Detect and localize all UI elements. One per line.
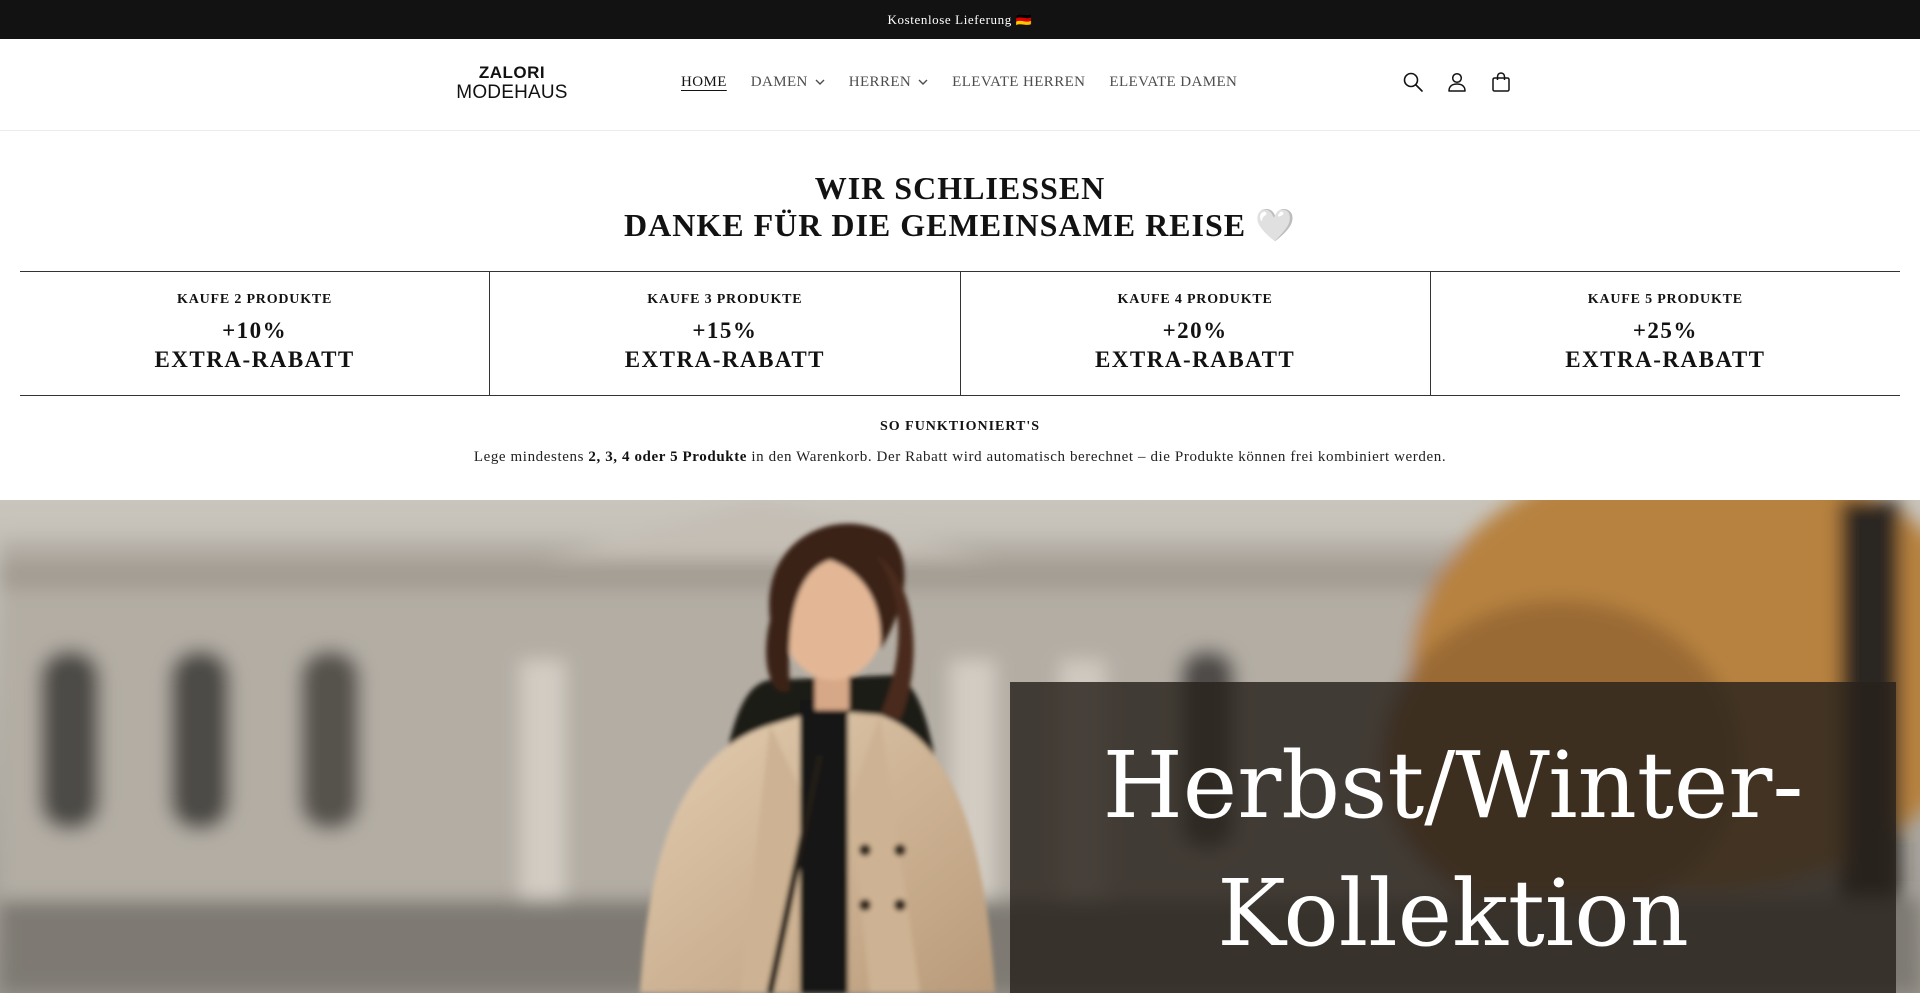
tier-percent: +10%: [222, 318, 288, 343]
chevron-down-icon: [918, 79, 928, 85]
nav-item-home[interactable]: HOME: [681, 74, 727, 91]
closing-line-2: DANKE FÜR DIE GEMEINSAME REISE 🤍: [624, 207, 1296, 243]
howto-text-before: Lege mindestens: [473, 449, 589, 465]
discount-tier: KAUFE 5 PRODUKTE +25% EXTRA-RABATT: [1431, 272, 1900, 395]
tier-heading: KAUFE 2 PRODUKTE: [177, 292, 333, 307]
site-header: ZALORI MODEHAUS HOME DAMEN HERREN ELEVAT…: [0, 39, 1920, 131]
tier-heading: KAUFE 3 PRODUKTE: [647, 292, 803, 307]
tier-label: EXTRA-RABATT: [1094, 347, 1296, 372]
store-logo[interactable]: ZALORI MODEHAUS: [456, 64, 568, 102]
closing-announcement: WIR SCHLIESSEN DANKE FÜR DIE GEMEINSAME …: [0, 170, 1920, 244]
tier-percent: +15%: [692, 318, 758, 343]
logo-line-2: MODEHAUS: [456, 82, 568, 103]
hero-title-line-1: Herbst/Winter-: [1102, 732, 1804, 839]
chevron-down-icon: [815, 79, 825, 85]
tier-heading: KAUFE 4 PRODUKTE: [1117, 292, 1273, 307]
cart-icon[interactable]: [1488, 69, 1514, 95]
hero-title: Herbst/Winter- Kollektion: [1010, 722, 1896, 978]
nav-item-elevate-herren[interactable]: ELEVATE HERREN: [952, 74, 1085, 91]
nav-item-elevate-damen[interactable]: ELEVATE DAMEN: [1109, 74, 1237, 91]
tier-label: EXTRA-RABATT: [624, 347, 826, 372]
logo-line-1: ZALORI: [478, 63, 546, 82]
nav-item-label: ELEVATE DAMEN: [1109, 73, 1238, 90]
tier-heading: KAUFE 5 PRODUKTE: [1587, 292, 1743, 307]
tier-percent: +25%: [1632, 318, 1698, 343]
nav-item-label: DAMEN: [750, 73, 808, 90]
discount-tiers: KAUFE 2 PRODUKTE +10% EXTRA-RABATT KAUFE…: [20, 271, 1900, 396]
tier-label: EXTRA-RABATT: [154, 347, 355, 372]
hero-banner[interactable]: Herbst/Winter- Kollektion: [0, 500, 1920, 993]
nav-item-herren[interactable]: HERREN: [849, 74, 928, 91]
account-icon[interactable]: [1444, 69, 1470, 95]
nav-item-label: HOME: [681, 73, 727, 90]
nav-item-label: HERREN: [848, 73, 912, 90]
discount-tier: KAUFE 4 PRODUKTE +20% EXTRA-RABATT: [961, 272, 1431, 395]
nav-item-damen[interactable]: DAMEN: [751, 74, 825, 91]
hero-title-line-2: Kollektion: [1217, 860, 1689, 967]
howto-text: Lege mindestens 2, 3, 4 oder 5 Produkte …: [0, 449, 1920, 466]
closing-line-1: WIR SCHLIESSEN: [814, 170, 1106, 206]
tier-percent: +20%: [1162, 318, 1228, 343]
search-icon[interactable]: [1400, 69, 1426, 95]
header-icons: [1400, 69, 1532, 95]
main-navigation: HOME DAMEN HERREN ELEVATE HERREN ELEVATE…: [681, 72, 1261, 92]
howto-text-after: in den Warenkorb. Der Rabatt wird automa…: [747, 449, 1447, 465]
discount-tier: KAUFE 3 PRODUKTE +15% EXTRA-RABATT: [490, 272, 961, 395]
tier-label: EXTRA-RABATT: [1565, 347, 1766, 372]
discount-tier: KAUFE 2 PRODUKTE +10% EXTRA-RABATT: [20, 272, 491, 395]
announcement-text: Kostenlose Lieferung 🇩🇪: [887, 11, 1033, 27]
howto-title: SO FUNKTIONIERT'S: [879, 419, 1041, 434]
nav-item-label: ELEVATE HERREN: [952, 73, 1086, 90]
howto-text-bold: 2, 3, 4 oder 5 Produkte: [588, 449, 748, 465]
announcement-bar: Kostenlose Lieferung 🇩🇪: [0, 0, 1920, 39]
